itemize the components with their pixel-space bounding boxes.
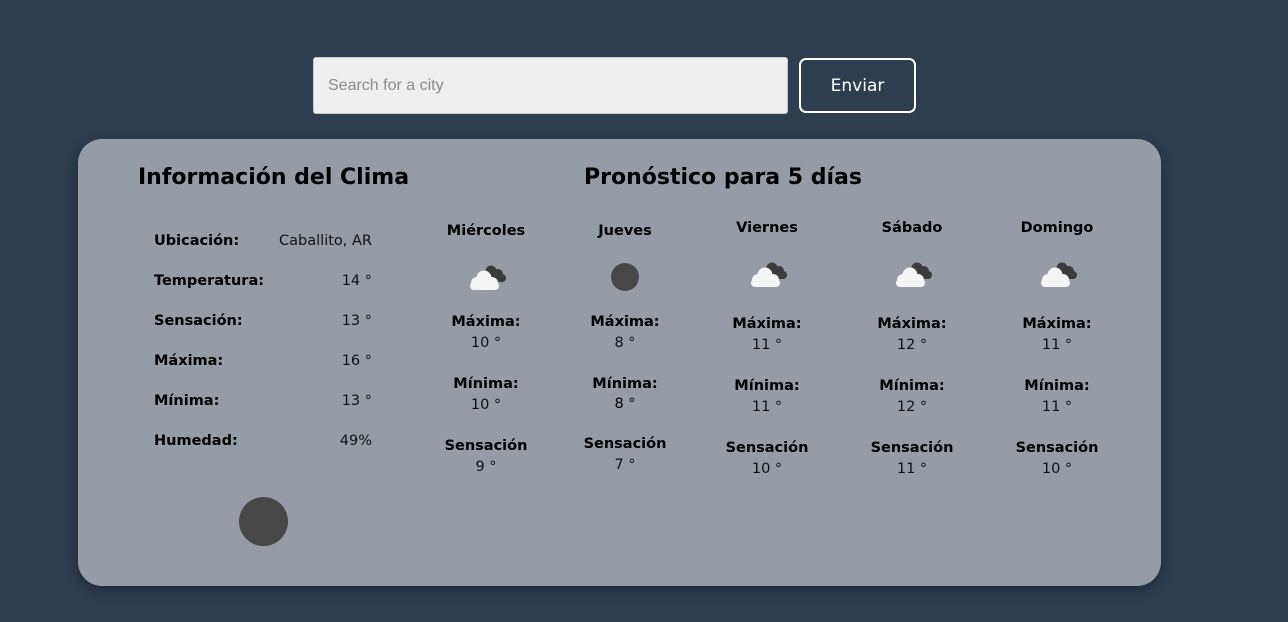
forecast-day: Domingo Máxima: 11 ° Mínima: 11 ° Sensac… bbox=[1007, 218, 1107, 480]
moon-icon-wrap bbox=[575, 248, 675, 306]
day-name: Domingo bbox=[1020, 220, 1094, 236]
city-search-input[interactable] bbox=[313, 57, 788, 114]
max-label: Máxima: bbox=[877, 316, 947, 332]
min-value: 12 ° bbox=[896, 399, 928, 415]
info-label: Mínima: bbox=[154, 393, 220, 409]
max-value: 12 ° bbox=[896, 337, 928, 353]
min-row: Mínima: 8 ° bbox=[587, 374, 663, 414]
min-value: 11 ° bbox=[1041, 399, 1073, 415]
max-value: 10 ° bbox=[470, 335, 502, 351]
min-value: 8 ° bbox=[614, 396, 636, 412]
feels-value: 10 ° bbox=[751, 461, 783, 477]
forecast-day: Miércoles Máxima: 10 ° Mínima: 10 ° Sens… bbox=[436, 221, 536, 478]
search-bar: Enviar bbox=[313, 57, 916, 114]
info-title: Información del Clima bbox=[138, 165, 410, 190]
min-value: 10 ° bbox=[470, 397, 502, 413]
feels-value: 10 ° bbox=[1041, 461, 1073, 477]
info-value: 13 ° bbox=[341, 393, 372, 409]
min-value: 11 ° bbox=[751, 399, 783, 415]
min-label: Mínima: bbox=[453, 376, 519, 392]
info-value: 16 ° bbox=[341, 353, 372, 369]
info-row-min: Mínima: 13 ° bbox=[154, 393, 372, 433]
min-label: Mínima: bbox=[734, 378, 800, 394]
feels-value: 7 ° bbox=[614, 457, 636, 473]
forecast-day: Viernes Máxima: 11 ° Mínima: 11 ° Sensac… bbox=[717, 218, 817, 480]
current-weather-table: Ubicación: Caballito, AR Temperatura: 14… bbox=[154, 233, 372, 473]
forecast-day: Jueves Máxima: 8 ° Mínima: 8 ° Sensación… bbox=[575, 221, 675, 476]
max-label: Máxima: bbox=[590, 314, 660, 330]
clouds-icon bbox=[436, 248, 536, 306]
max-value: 8 ° bbox=[614, 335, 636, 351]
day-name: Viernes bbox=[736, 220, 798, 236]
info-label: Temperatura: bbox=[154, 273, 265, 289]
day-name: Miércoles bbox=[446, 223, 526, 239]
info-label: Ubicación: bbox=[154, 233, 240, 249]
feels-label: Sensación bbox=[870, 440, 954, 456]
info-row-location: Ubicación: Caballito, AR bbox=[154, 233, 372, 273]
clouds-icon bbox=[862, 245, 962, 303]
info-row-feels-like: Sensación: 13 ° bbox=[154, 313, 372, 353]
max-label: Máxima: bbox=[1022, 316, 1092, 332]
min-label: Mínima: bbox=[592, 376, 658, 392]
day-name: Jueves bbox=[598, 223, 652, 239]
max-label: Máxima: bbox=[732, 316, 802, 332]
forecast-day: Sábado Máxima: 12 ° Mínima: 12 ° Sensaci… bbox=[862, 218, 962, 480]
moon-icon bbox=[239, 497, 288, 546]
moon-icon bbox=[611, 263, 639, 291]
feels-value: 11 ° bbox=[896, 461, 928, 477]
clouds-icon bbox=[1007, 245, 1107, 303]
feels-label: Sensación bbox=[583, 436, 667, 452]
info-value: 49% bbox=[339, 433, 372, 449]
info-value: Caballito, AR bbox=[279, 233, 372, 249]
weather-card: Información del Clima Ubicación: Caballi… bbox=[78, 139, 1161, 586]
info-value: 13 ° bbox=[341, 313, 372, 329]
send-button[interactable]: Enviar bbox=[799, 58, 916, 113]
info-value: 14 ° bbox=[341, 273, 372, 289]
max-value: 11 ° bbox=[1041, 337, 1073, 353]
forecast-title: Pronóstico para 5 días bbox=[584, 165, 862, 190]
info-row-temperature: Temperatura: 14 ° bbox=[154, 273, 372, 313]
info-row-max: Máxima: 16 ° bbox=[154, 353, 372, 393]
min-label: Mínima: bbox=[879, 378, 945, 394]
info-label: Sensación: bbox=[154, 313, 243, 329]
day-name: Sábado bbox=[881, 220, 943, 236]
info-label: Humedad: bbox=[154, 433, 238, 449]
max-value: 11 ° bbox=[751, 337, 783, 353]
feels-label: Sensación bbox=[725, 440, 809, 456]
feels-value: 9 ° bbox=[475, 459, 497, 475]
min-label: Mínima: bbox=[1024, 378, 1090, 394]
info-row-humidity: Humedad: 49% bbox=[154, 433, 372, 473]
feels-label: Sensación bbox=[1015, 440, 1099, 456]
max-label: Máxima: bbox=[451, 314, 521, 330]
info-label: Máxima: bbox=[154, 353, 224, 369]
feels-label: Sensación bbox=[444, 438, 528, 454]
clouds-icon bbox=[717, 245, 817, 303]
